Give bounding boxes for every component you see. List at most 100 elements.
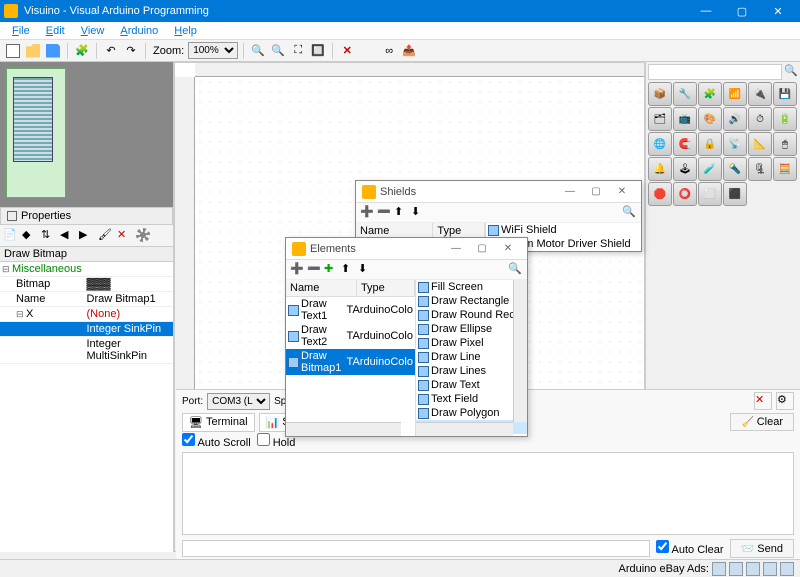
component-button[interactable]: 📦	[648, 82, 672, 106]
elements-right-list[interactable]: Fill ScreenDraw RectangleDraw Round RecD…	[416, 280, 527, 436]
down-button[interactable]: ⬇	[411, 205, 426, 220]
elements-left-list[interactable]: Name Type Draw Text1TArduinoColoDraw Tex…	[286, 280, 416, 436]
component-button[interactable]: 🔌	[748, 82, 772, 106]
remove-button[interactable]: ➖	[377, 205, 392, 220]
undo-button[interactable]: ↶	[102, 42, 120, 60]
menu-view[interactable]: View	[73, 23, 113, 39]
disconnect-button[interactable]: ✕	[754, 392, 772, 410]
property-value[interactable]: ▓▓▓	[87, 278, 172, 290]
dialog-close-button[interactable]: ✕	[609, 182, 635, 202]
horizontal-scrollbar[interactable]	[286, 422, 401, 436]
menu-file[interactable]: File	[4, 23, 38, 39]
send-button[interactable]: 📨 Send	[730, 539, 794, 558]
statusbar-icon[interactable]	[780, 562, 794, 576]
menu-edit[interactable]: Edit	[38, 23, 73, 39]
component-button[interactable]: 🔒	[698, 132, 722, 156]
autoclear-checkbox[interactable]: Auto Clear	[656, 540, 723, 556]
component-button[interactable]: ⏱	[748, 107, 772, 131]
component-button[interactable]: 🧩	[698, 82, 722, 106]
add-component-button[interactable]: 🧩	[73, 42, 91, 60]
search-icon[interactable]: 🔍	[784, 64, 798, 80]
col-type[interactable]: Type	[357, 280, 415, 296]
up-button[interactable]: ⬆	[394, 205, 409, 220]
fold-icon[interactable]	[2, 263, 12, 275]
component-button[interactable]: 📺	[673, 107, 697, 131]
component-button[interactable]: 🔦	[723, 157, 747, 181]
terminal-output[interactable]	[182, 452, 794, 535]
horizontal-scrollbar[interactable]	[416, 422, 513, 436]
component-button[interactable]: 🌐	[648, 132, 672, 156]
zoom-combo[interactable]: 100%	[188, 42, 238, 59]
statusbar-icon[interactable]	[729, 562, 743, 576]
col-name[interactable]: Name	[286, 280, 357, 296]
component-button[interactable]: 💾	[773, 82, 797, 106]
element-type-row[interactable]: Draw Text	[416, 378, 527, 392]
prop-brush-button[interactable]: 🖌	[98, 228, 114, 244]
component-button[interactable]: 🧪	[698, 157, 722, 181]
component-button[interactable]: 🔧	[673, 82, 697, 106]
property-value[interactable]: Draw Bitmap1	[87, 293, 172, 305]
zoom-fit-button[interactable]: ⛶	[289, 42, 307, 60]
prop-sort-button[interactable]: ⇅	[41, 228, 57, 244]
element-row[interactable]: Draw Bitmap1TArduinoColo	[286, 349, 415, 375]
component-search-input[interactable]	[648, 64, 782, 80]
dialog-search-icon[interactable]: 🔍	[508, 262, 523, 277]
add-button[interactable]: ➕	[290, 262, 305, 277]
element-type-row[interactable]: Draw Ellipse	[416, 322, 527, 336]
remove-button[interactable]: ➖	[307, 262, 322, 277]
new-button[interactable]	[4, 42, 22, 60]
zoom-in-button[interactable]: 🔍	[249, 42, 267, 60]
component-button[interactable]: 📶	[723, 82, 747, 106]
component-button[interactable]: 🗜	[748, 157, 772, 181]
component-button[interactable]: 📐	[748, 132, 772, 156]
fold-icon[interactable]	[16, 308, 26, 320]
tab-terminal[interactable]: 🖥Terminal	[182, 413, 255, 432]
element-row[interactable]: Draw Text2TArduinoColo	[286, 323, 415, 349]
element-row[interactable]: Draw Text1TArduinoColo	[286, 297, 415, 323]
dialog-search-icon[interactable]: 🔍	[622, 205, 637, 220]
component-button[interactable]: 🖱	[773, 132, 797, 156]
property-row[interactable]: Integer MultiSinkPin	[0, 337, 173, 364]
prop-delete-button[interactable]: ✕	[117, 228, 133, 244]
component-button[interactable]: 🧮	[773, 157, 797, 181]
zoom-out-button[interactable]: 🔍	[269, 42, 287, 60]
minimize-button[interactable]: —	[688, 0, 724, 22]
dialog-minimize-button[interactable]: —	[443, 239, 469, 259]
menu-help[interactable]: Help	[166, 23, 205, 39]
component-button[interactable]: ⬛	[723, 182, 747, 206]
menu-arduino[interactable]: Arduino	[112, 23, 166, 39]
property-row[interactable]: X (None)	[0, 307, 173, 322]
arduino-button[interactable]: ∞	[380, 42, 398, 60]
down-button[interactable]: ⬇	[358, 262, 373, 277]
property-row[interactable]: Name Draw Bitmap1	[0, 292, 173, 307]
property-row[interactable]: Bitmap ▓▓▓	[0, 277, 173, 292]
element-type-row[interactable]: Fill Screen	[416, 280, 527, 294]
up-button[interactable]: ⬆	[341, 262, 356, 277]
property-value[interactable]: Integer SinkPin	[87, 323, 172, 335]
elements-titlebar[interactable]: Elements — ▢ ✕	[286, 238, 527, 260]
component-button[interactable]: 🔋	[773, 107, 797, 131]
delete-button[interactable]: ✕	[338, 42, 356, 60]
autoscroll-checkbox[interactable]: Auto Scroll	[182, 433, 251, 449]
component-button[interactable]: 🎨	[698, 107, 722, 131]
component-button[interactable]: ⬜	[698, 182, 722, 206]
dialog-maximize-button[interactable]: ▢	[469, 239, 495, 259]
element-type-row[interactable]: Text Field	[416, 392, 527, 406]
component-button[interactable]: 🗂	[648, 107, 672, 131]
dialog-maximize-button[interactable]: ▢	[583, 182, 609, 202]
property-row-selected[interactable]: Integer SinkPin	[0, 322, 173, 337]
prop-prev-button[interactable]: ◀	[60, 228, 76, 244]
clear-button[interactable]: 🧹 Clear	[730, 413, 794, 431]
component-button[interactable]: ⭕	[673, 182, 697, 206]
shield-type-row[interactable]: WiFi Shield	[486, 223, 641, 237]
upload-button[interactable]: 📤	[400, 42, 418, 60]
vertical-scrollbar[interactable]	[513, 280, 527, 422]
dialog-close-button[interactable]: ✕	[495, 239, 521, 259]
property-value[interactable]: (None)	[87, 308, 172, 320]
preview-thumbnail[interactable]	[6, 68, 66, 198]
prop-next-button[interactable]: ▶	[79, 228, 95, 244]
prop-gear-button[interactable]	[136, 228, 152, 244]
zoom-select-button[interactable]: 🔲	[309, 42, 327, 60]
save-button[interactable]	[44, 42, 62, 60]
statusbar-icon[interactable]	[763, 562, 777, 576]
